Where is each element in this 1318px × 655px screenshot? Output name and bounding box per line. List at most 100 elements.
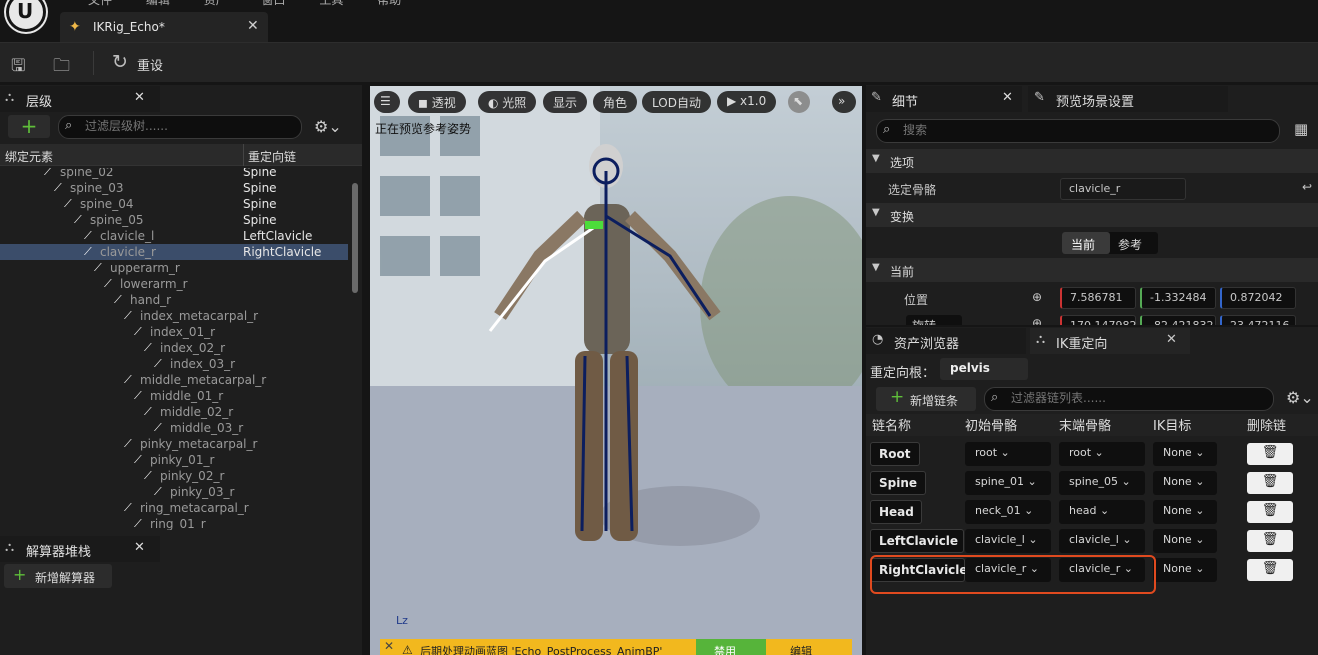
tree-row[interactable]: ⟋ spine_02 Spine: [0, 168, 348, 180]
close-details-icon[interactable]: ✕: [1002, 90, 1013, 105]
selected-bone-field[interactable]: clavicle_r: [1060, 178, 1186, 200]
reset-button[interactable]: 重设: [137, 55, 163, 74]
position-pin-icon[interactable]: ⊕: [1032, 290, 1042, 304]
preview-settings-tab[interactable]: ✎ 预览场景设置: [1028, 86, 1228, 112]
header-end-bone[interactable]: 末端骨骼: [1059, 415, 1111, 437]
asset-tab[interactable]: ✦ IKRig_Echo* ✕: [60, 12, 268, 42]
add-element-button[interactable]: +: [8, 115, 50, 138]
tree-row[interactable]: ⟋ spine_04 Spine: [0, 196, 348, 212]
minimize-icon[interactable]: —: [1230, 0, 1244, 4]
col-chain-header[interactable]: 重定向链: [248, 148, 296, 165]
tree-row[interactable]: ⟋ clavicle_l LeftClavicle: [0, 228, 348, 244]
reset-arrow-icon[interactable]: ↩: [1302, 180, 1312, 194]
chain-filter-search[interactable]: ⌕: [984, 387, 1274, 411]
menu-asset[interactable]: 资产: [204, 0, 228, 7]
start-bone-dropdown[interactable]: spine_01 ⌄: [965, 471, 1051, 495]
delete-chain-icon[interactable]: 🗑: [1247, 443, 1293, 465]
browse-asset-icon[interactable]: 🗀: [53, 53, 70, 82]
header-chain-name[interactable]: 链名称: [872, 415, 911, 437]
viewport-menu-button[interactable]: ☰: [374, 91, 400, 113]
details-search[interactable]: ⌕: [876, 119, 1280, 143]
chain-name-field[interactable]: Head: [870, 500, 922, 524]
start-bone-dropdown[interactable]: root ⌄: [965, 442, 1051, 466]
start-bone-dropdown[interactable]: neck_01 ⌄: [965, 500, 1051, 524]
current-button[interactable]: 当前: [1062, 232, 1110, 254]
tree-row[interactable]: ⟋ index_02_r: [0, 340, 348, 356]
show-button[interactable]: 显示: [543, 91, 588, 113]
hierarchy-search[interactable]: ⌕: [58, 115, 302, 139]
add-solver-button[interactable]: + 新增解算器: [4, 564, 112, 588]
tree-row[interactable]: ⟋ hand_r: [0, 292, 348, 308]
tree-row[interactable]: ⟋ index_03_r: [0, 356, 348, 372]
character-button[interactable]: 角色: [593, 91, 638, 113]
tree-row[interactable]: ⟋ middle_metacarpal_r: [0, 372, 348, 388]
reset-icon[interactable]: ↻: [112, 51, 128, 73]
warning-close-icon[interactable]: ✕: [384, 639, 394, 653]
perspective-button[interactable]: ◼ 透视: [408, 91, 466, 113]
retarget-root-field[interactable]: pelvis: [940, 358, 1028, 380]
close-ik-retarget-icon[interactable]: ✕: [1166, 332, 1177, 347]
grid-view-icon[interactable]: ▦: [1294, 120, 1308, 138]
position-y-field[interactable]: -1.332484: [1140, 287, 1216, 309]
rotation-dropdown[interactable]: 旋转 ⌄: [906, 315, 962, 325]
solver-tab[interactable]: ⛬ 解算器堆栈 ✕: [0, 536, 160, 562]
viewport[interactable]: ☰ ◼ 透视 ◐ 光照 显示 角色 LOD自动 ▶ x1.0 ⬉ » 正在预览参…: [370, 86, 862, 655]
header-start-bone[interactable]: 初始骨骼: [965, 415, 1017, 437]
menu-tools[interactable]: 工具: [319, 0, 343, 7]
edit-button[interactable]: 编辑: [790, 643, 812, 655]
close-hierarchy-icon[interactable]: ✕: [134, 90, 145, 105]
ik-goal-dropdown[interactable]: None ⌄: [1153, 500, 1217, 524]
tree-row[interactable]: ⟋ pinky_metacarpal_r: [0, 436, 348, 452]
asset-browser-tab[interactable]: ◔ 资产浏览器: [866, 328, 1026, 354]
end-bone-dropdown[interactable]: clavicle_l ⌄: [1059, 529, 1145, 553]
tree-row[interactable]: ⟋ ring_metacarpal_r: [0, 500, 348, 516]
lod-button[interactable]: LOD自动: [642, 91, 711, 113]
ik-goal-dropdown[interactable]: None ⌄: [1153, 558, 1217, 582]
close-solver-icon[interactable]: ✕: [134, 540, 145, 555]
tree-row[interactable]: ⟋ middle_03_r: [0, 420, 348, 436]
tree-row[interactable]: ⟋ index_01_r: [0, 324, 348, 340]
end-bone-dropdown[interactable]: head ⌄: [1059, 500, 1145, 524]
end-bone-dropdown[interactable]: spine_05 ⌄: [1059, 471, 1145, 495]
unreal-logo-icon[interactable]: U: [6, 0, 46, 32]
delete-chain-icon[interactable]: 🗑: [1247, 501, 1293, 523]
chain-name-field[interactable]: Root: [870, 442, 920, 466]
delete-chain-icon[interactable]: 🗑: [1247, 559, 1293, 581]
delete-chain-icon[interactable]: 🗑: [1247, 530, 1293, 552]
chain-name-field[interactable]: Spine: [870, 471, 926, 495]
position-z-field[interactable]: 0.872042: [1220, 287, 1296, 309]
end-bone-dropdown[interactable]: root ⌄: [1059, 442, 1145, 466]
header-delete-chain[interactable]: 删除链: [1247, 415, 1286, 437]
chain-settings-gear-icon[interactable]: ⚙⌄: [1286, 388, 1314, 407]
viewport-overflow-button[interactable]: »: [832, 91, 856, 113]
rotation-pin-icon[interactable]: ⊕: [1032, 316, 1042, 325]
chain-name-field[interactable]: LeftClavicle: [870, 529, 964, 553]
tree-row[interactable]: ⟋ ring_01_r: [0, 516, 348, 530]
disable-button[interactable]: 禁用: [696, 639, 766, 655]
tree-row[interactable]: ⟋ upperarm_r: [0, 260, 348, 276]
menu-file[interactable]: 文件: [88, 0, 112, 7]
ik-retarget-tab[interactable]: ⛬ IK重定向 ✕: [1030, 328, 1190, 354]
ik-goal-dropdown[interactable]: None ⌄: [1153, 471, 1217, 495]
hierarchy-search-input[interactable]: [85, 119, 279, 133]
options-section[interactable]: ▼ 选项: [866, 149, 1318, 173]
tree-row[interactable]: ⟋ pinky_03_r: [0, 484, 348, 500]
play-speed-button[interactable]: ▶ x1.0: [717, 91, 777, 113]
maximize-icon[interactable]: ☐: [1272, 0, 1285, 4]
tree-row[interactable]: ⟋ middle_01_r: [0, 388, 348, 404]
rotation-z-field[interactable]: 23.472116: [1220, 315, 1296, 325]
menu-edit[interactable]: 编辑: [146, 0, 170, 7]
menu-window[interactable]: 窗口: [262, 0, 286, 7]
rotation-y-field[interactable]: -82.421832: [1140, 315, 1216, 325]
col-bone-header[interactable]: 绑定元素: [5, 148, 53, 165]
start-bone-dropdown[interactable]: clavicle_l ⌄: [965, 529, 1051, 553]
details-search-input[interactable]: [903, 123, 1225, 137]
select-mode-button[interactable]: ⬉: [788, 91, 810, 113]
tree-row[interactable]: ⟋ spine_03 Spine: [0, 180, 348, 196]
tree-row[interactable]: ⟋ lowerarm_r: [0, 276, 348, 292]
tree-scrollbar[interactable]: [352, 183, 358, 293]
tree-row[interactable]: ⟋ pinky_01_r: [0, 452, 348, 468]
tree-row[interactable]: ⟋ pinky_02_r: [0, 468, 348, 484]
add-chain-button[interactable]: + 新增链条: [876, 387, 976, 411]
reference-button[interactable]: 参考: [1118, 236, 1142, 253]
